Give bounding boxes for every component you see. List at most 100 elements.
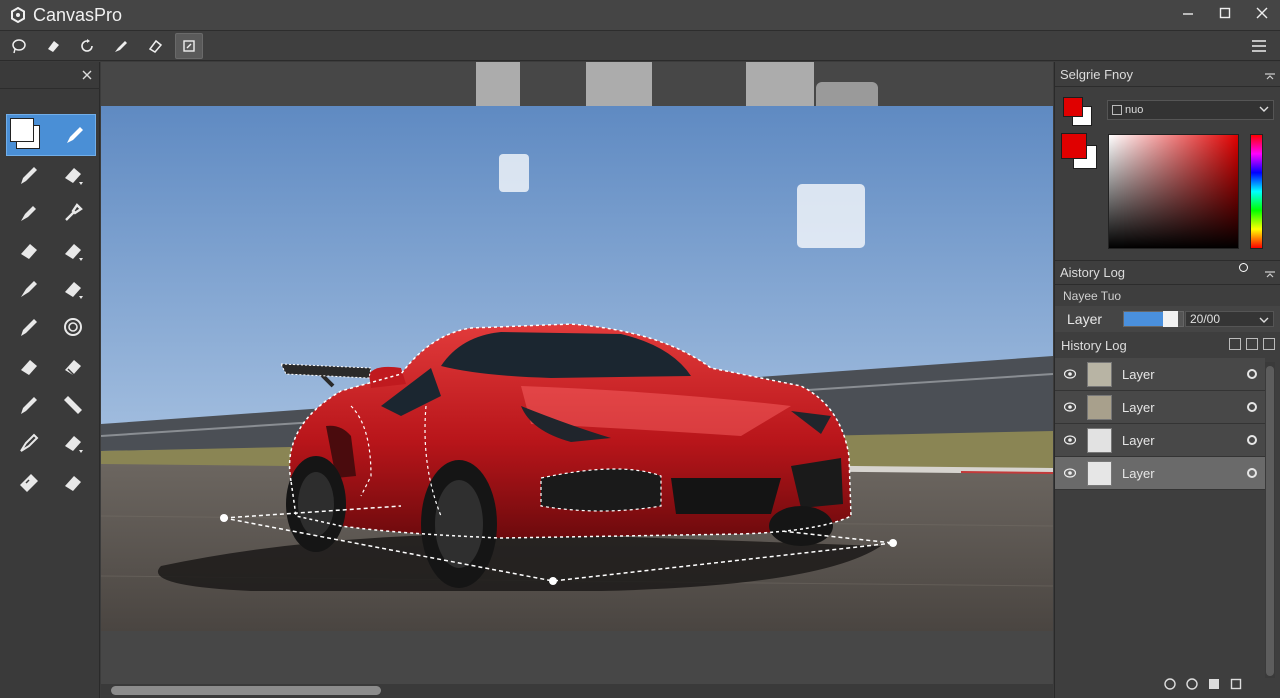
pen-icon[interactable]: [60, 120, 90, 150]
foreground-swatch[interactable]: [10, 118, 34, 142]
maximize-icon[interactable]: [1206, 0, 1243, 26]
pencil-icon[interactable]: [14, 160, 44, 190]
title-bar: CanvasPro: [0, 0, 1280, 31]
divider: [1055, 86, 1280, 87]
divider: [1055, 284, 1280, 285]
layer-row[interactable]: Layer: [1055, 358, 1265, 391]
brush-icon[interactable]: [107, 33, 135, 59]
panel-menu-icon[interactable]: [1265, 69, 1275, 84]
history-panel-title: Aistory Log: [1060, 264, 1126, 280]
layer-thumbnail: [1087, 461, 1112, 486]
horizontal-scrollbar[interactable]: [101, 684, 1053, 698]
eye-icon[interactable]: [1063, 433, 1077, 447]
layer-thumbnail: [1087, 428, 1112, 453]
eraser-icon[interactable]: [14, 236, 44, 266]
right-panel: Selgrie Fnoy nuo Aistory Log Nayee Tuo L…: [1054, 62, 1280, 698]
layer-list: Layer Layer Layer Layer: [1055, 358, 1265, 490]
app-window: CanvasPro Selgrie Fnoy nuo Aistory Log N…: [0, 0, 1280, 698]
eraser-icon[interactable]: [39, 33, 67, 59]
close-icon[interactable]: [1243, 0, 1280, 26]
layer-row[interactable]: Layer: [1055, 424, 1265, 457]
divider: [0, 88, 100, 89]
layer-options-icon[interactable]: [1247, 369, 1257, 379]
new-layer-icon[interactable]: [1246, 338, 1258, 350]
square-icon[interactable]: [1230, 678, 1242, 690]
color-mode-value: nuo: [1125, 104, 1144, 116]
panel-bottom-actions: [1164, 678, 1242, 690]
eraser-icon[interactable]: [58, 468, 88, 498]
pipette-icon[interactable]: [58, 198, 88, 228]
eye-icon[interactable]: [1063, 400, 1077, 414]
pencil-icon[interactable]: [14, 312, 44, 342]
minimize-icon[interactable]: [1169, 0, 1206, 26]
layer-name: Layer: [1122, 433, 1155, 448]
tool-panel: [0, 62, 100, 698]
marker-icon[interactable]: [14, 198, 44, 228]
eye-icon[interactable]: [1063, 466, 1077, 480]
history-log-title: History Log: [1061, 337, 1127, 353]
circle-icon[interactable]: [1164, 678, 1176, 690]
opacity-slider[interactable]: [1123, 311, 1184, 327]
brush-icon[interactable]: [14, 274, 44, 304]
eraser-icon[interactable]: [14, 352, 44, 382]
layer-name: Layer: [1122, 466, 1155, 481]
opacity-value: 20/00: [1190, 312, 1221, 326]
eraser-icon[interactable]: [58, 160, 88, 190]
chevron-down-icon: [1259, 314, 1269, 328]
rotate-icon[interactable]: [73, 33, 101, 59]
circle-icon[interactable]: [1186, 678, 1198, 690]
vertical-scrollbar[interactable]: [1265, 362, 1275, 678]
layer-options-icon[interactable]: [1247, 402, 1257, 412]
app-title: CanvasPro: [33, 4, 123, 25]
scroll-thumb[interactable]: [111, 686, 381, 695]
opacity-knob[interactable]: [1163, 311, 1179, 327]
panel-menu-icon[interactable]: [1265, 267, 1275, 282]
eraser-icon[interactable]: [58, 428, 88, 458]
layer-type-label: Nayee Tuo: [1063, 289, 1122, 303]
color-mode-select[interactable]: nuo: [1107, 100, 1274, 120]
chevron-down-icon: [1259, 104, 1269, 117]
color-panel-title: Selgrie Fnoy: [1060, 66, 1133, 82]
layer-options-icon[interactable]: [1247, 468, 1257, 478]
crop-icon[interactable]: [175, 32, 203, 59]
stamp-icon[interactable]: [58, 312, 88, 342]
history-panel-header: Aistory Log: [1055, 260, 1280, 284]
canvas-area[interactable]: [101, 62, 1053, 684]
window-controls: [1169, 0, 1280, 31]
hue-slider[interactable]: [1250, 134, 1263, 249]
brush-icon[interactable]: [14, 428, 44, 458]
layer-thumbnail: [1087, 395, 1112, 420]
checkbox-icon[interactable]: [1112, 105, 1122, 115]
layer-name: Layer: [1122, 400, 1155, 415]
pencil-icon[interactable]: [14, 390, 44, 420]
layer-row[interactable]: Layer: [1055, 457, 1265, 490]
eraser-icon[interactable]: [58, 352, 88, 382]
saturation-value-picker[interactable]: [1108, 134, 1248, 272]
layer-label: Layer: [1067, 311, 1103, 327]
square-fill-icon[interactable]: [1208, 678, 1220, 690]
history-log-header: History Log: [1055, 333, 1280, 357]
opacity-value-select[interactable]: 20/00: [1185, 311, 1274, 327]
hexagon-logo-icon: [9, 6, 27, 24]
ruler-icon[interactable]: [58, 390, 88, 420]
eye-icon[interactable]: [1063, 367, 1077, 381]
foreground-color-swatch[interactable]: [1061, 133, 1087, 159]
layer-options-icon[interactable]: [1247, 435, 1257, 445]
hamburger-menu-icon[interactable]: [1246, 34, 1272, 58]
bandage-icon[interactable]: [14, 468, 44, 498]
square-icon[interactable]: [1263, 338, 1275, 350]
history-log-actions: [1229, 338, 1275, 350]
top-toolbar: [0, 31, 1280, 61]
folder-icon[interactable]: [1229, 338, 1241, 350]
scroll-thumb[interactable]: [1266, 366, 1274, 676]
foreground-color-swatch[interactable]: [1063, 97, 1083, 117]
eraser-icon[interactable]: [58, 274, 88, 304]
lasso-icon[interactable]: [5, 33, 33, 59]
layer-opacity-control: Layer 20/00: [1055, 306, 1280, 332]
canvas-photo[interactable]: [101, 106, 1053, 631]
eraser-alt-icon[interactable]: [141, 33, 169, 59]
layer-thumbnail: [1087, 362, 1112, 387]
layer-row[interactable]: Layer: [1055, 391, 1265, 424]
close-icon[interactable]: [78, 66, 96, 84]
eraser-icon[interactable]: [58, 236, 88, 266]
